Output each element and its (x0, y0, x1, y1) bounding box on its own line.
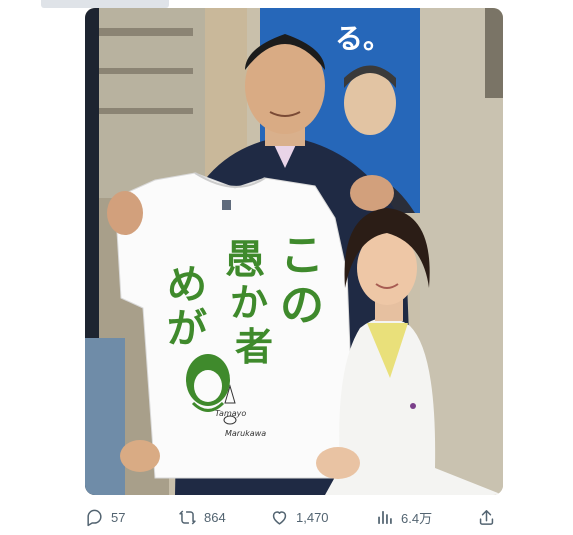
repost-icon (179, 509, 196, 525)
share-icon (479, 509, 494, 525)
share-button[interactable] (477, 503, 496, 531)
like-icon (272, 510, 287, 525)
shirt-char-7: が (167, 306, 207, 352)
tweet-media-view: る。 こ の 愚 か 者 め が Tamayo Marukawa 57 864 … (0, 0, 573, 535)
shirt-char-3: 愚 (225, 237, 265, 283)
like-button[interactable]: 1,470 (270, 503, 329, 531)
svg-text:る。: る。 (335, 22, 391, 55)
reply-icon (87, 509, 102, 526)
shirt-char-6: め (167, 262, 207, 308)
shirt-char-2: の (280, 280, 324, 331)
repost-button[interactable]: 864 (178, 503, 226, 531)
shirt-char-4: か (230, 281, 268, 325)
repost-count: 864 (204, 509, 226, 525)
tweet-action-bar: 57 864 1,470 6.4万 (85, 503, 503, 533)
views-count: 6.4万 (401, 510, 433, 526)
shirt-signature-line-2: Marukawa (225, 429, 266, 438)
photo-scene: る。 こ の 愚 か 者 め が Tamayo Marukawa (85, 8, 503, 495)
shirt-signature-line-1: Tamayo (215, 409, 246, 418)
views-button[interactable]: 6.4万 (375, 503, 432, 531)
scroll-indicator (41, 0, 169, 8)
shirt-char-5: 者 (235, 325, 273, 369)
shirt-char-1: こ (280, 230, 324, 281)
like-count: 1,470 (296, 509, 329, 525)
tweet-photo[interactable]: る。 こ の 愚 か 者 め が Tamayo Marukawa (85, 8, 503, 495)
reply-button[interactable]: 57 (85, 503, 125, 531)
reply-count: 57 (111, 509, 126, 525)
views-icon (378, 510, 392, 524)
